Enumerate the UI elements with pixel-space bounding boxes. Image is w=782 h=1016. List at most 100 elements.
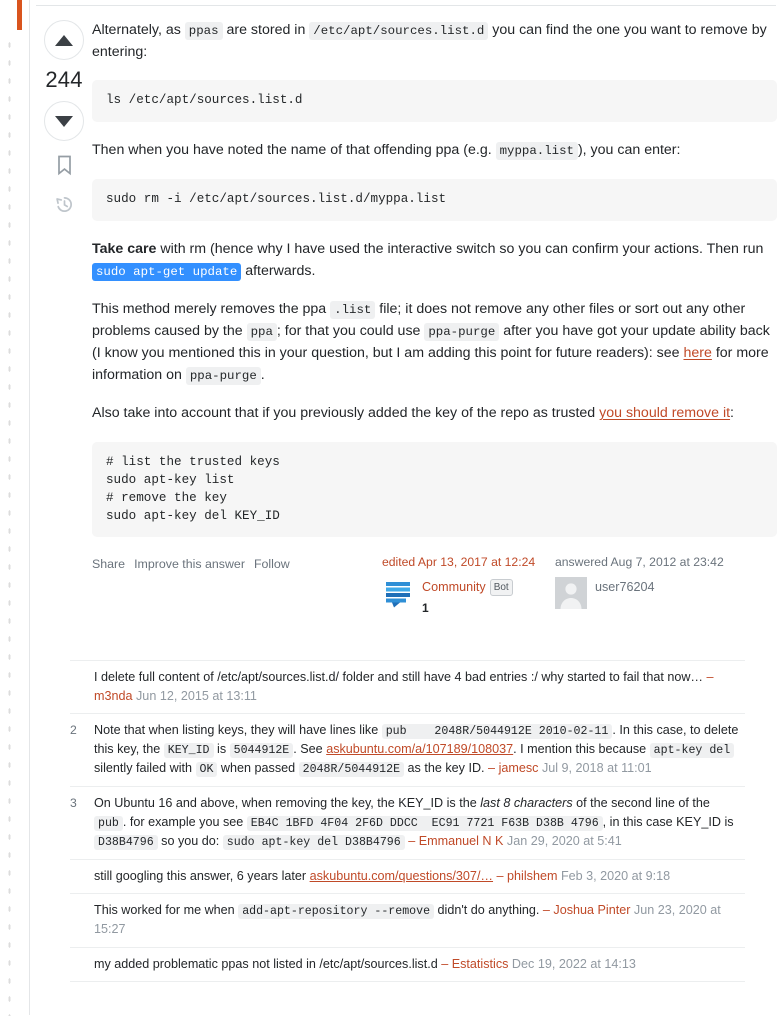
comment-text-fragment: silently failed with [94, 761, 196, 776]
comment-text: my added problematic ppas not listed in … [94, 955, 743, 974]
comment-timestamp[interactable]: Jan 29, 2020 at 5:41 [503, 834, 622, 848]
text-fragment: afterwards. [241, 262, 316, 279]
edited-username[interactable]: Community [422, 580, 486, 594]
comment-inline-code: D38B4796 [94, 834, 158, 850]
edited-timestamp[interactable]: edited Apr 13, 2017 at 12:24 [382, 553, 557, 572]
comment-text-fragment: . See [293, 742, 327, 757]
chevron-up-icon [55, 34, 73, 46]
comment-text: This worked for me when add-apt-reposito… [94, 901, 743, 939]
answered-username[interactable]: user76204 [595, 580, 655, 594]
comment-inline-code: OK [195, 762, 218, 778]
answer-actions: Share Improve this answer Follow [92, 555, 299, 574]
comment-text-fragment: , in this case KEY_ID is [602, 814, 734, 829]
inline-code: .list [330, 301, 376, 320]
text-fragment: Also take into account that if you previ… [92, 405, 600, 422]
comment-dash: – [441, 956, 452, 971]
comment-timestamp[interactable]: Jul 9, 2018 at 11:01 [538, 761, 652, 775]
link-here[interactable]: here [683, 345, 711, 361]
text-fragment: with rm (hence why I have used the inter… [156, 240, 764, 257]
comment-link[interactable]: askubuntu.com/a/107189/108037 [326, 742, 513, 756]
improve-answer-button[interactable]: Improve this answer [134, 557, 245, 571]
comment-inline-code: pub 2048R/5044912E 2010-02-11 [381, 724, 613, 739]
code-block-2: sudo rm -i /etc/apt/sources.list.d/myppa… [92, 179, 777, 221]
comment-score [70, 867, 94, 886]
upvote-button[interactable] [44, 20, 84, 60]
selected-inline-code: sudo apt-get update [92, 262, 242, 281]
comment-timestamp[interactable]: Jun 12, 2015 at 13:11 [133, 689, 257, 703]
comment-inline-code: KEY_ID [163, 743, 214, 759]
inline-code: myppa.list [495, 142, 578, 161]
vote-count: 244 [45, 67, 83, 92]
comment-author[interactable]: Emmanuel N K [419, 834, 504, 848]
comment-score: 3 [70, 796, 77, 811]
inline-code: ppas [184, 22, 223, 40]
text-fragment: Alternately, as [92, 22, 185, 38]
comment-text: On Ubuntu 16 and above, when removing th… [94, 794, 743, 851]
bookmark-icon[interactable] [56, 155, 73, 181]
scroll-position-marker [17, 0, 22, 30]
comment-author[interactable]: philshem [507, 869, 557, 883]
comment-row: 3 On Ubuntu 16 and above, when removing t… [70, 786, 745, 859]
paragraph-4: This method merely removes the ppa .list… [92, 299, 777, 386]
comment-author[interactable]: Estatistics [452, 957, 509, 971]
follow-button[interactable]: Follow [254, 557, 290, 571]
community-bot-avatar[interactable] [382, 577, 414, 609]
chevron-down-icon [55, 115, 73, 127]
answer-action-bar: Share Improve this answer Follow edited Ap… [92, 555, 777, 633]
comment-text-fragment: . for example you see [122, 814, 247, 829]
link-you-should-remove-it[interactable]: you should remove it [599, 405, 730, 421]
share-button[interactable]: Share [92, 557, 125, 571]
comment-dash: – [488, 761, 499, 776]
comment-row: This worked for me when add-apt-reposito… [70, 893, 745, 947]
comment-text-fragment: didn't do anything. [434, 903, 543, 918]
paragraph-5: Also take into account that if you previ… [92, 403, 777, 425]
comment-dash: – [408, 833, 419, 848]
comment-author[interactable]: Joshua Pinter [553, 903, 630, 917]
text-fragment: are stored in [222, 22, 310, 38]
text-fragment: ; for that you could use [276, 323, 425, 340]
comment-text-fragment: I delete full content of /etc/apt/source… [94, 670, 707, 684]
comment-dash: – [706, 670, 714, 684]
comment-text-fragment: still googling this answer, 6 years late… [94, 868, 310, 883]
comment-link[interactable]: askubuntu.com/questions/307/… [310, 869, 493, 883]
comment-timestamp[interactable]: Dec 19, 2022 at 14:13 [508, 957, 636, 971]
text-fragment: This method merely removes the ppa [92, 301, 331, 318]
text-fragment: . [260, 366, 265, 383]
comment-inline-code: 5044912E [229, 743, 294, 759]
code-block-1: ls /etc/apt/sources.list.d [92, 80, 777, 123]
comment-text-fragment: so you do: [157, 833, 223, 848]
vote-cell: 244 [36, 20, 92, 219]
history-icon[interactable] [55, 195, 74, 219]
comment-text-fragment: of the second line of the [572, 796, 710, 811]
answer-body: Alternately, as ppas are stored in /etc/… [92, 20, 777, 633]
inline-code: /etc/apt/sources.list.d [309, 22, 489, 40]
downvote-button[interactable] [44, 101, 84, 141]
comment-text: still googling this answer, 6 years late… [94, 867, 743, 886]
comment-inline-code: pub [94, 815, 123, 831]
answered-user-card: answered Aug 7, 2012 at 23:42 user76204 [555, 553, 730, 610]
inline-code: ppa-purge [424, 323, 500, 342]
comment-timestamp[interactable]: Feb 3, 2020 at 9:18 [557, 869, 670, 883]
comment-text: Note that when listing keys, they will h… [94, 721, 743, 778]
edited-user-card: edited Apr 13, 2017 at 12:24 Community Bo… [382, 553, 557, 617]
comment-score [70, 901, 94, 939]
comment-score [70, 955, 94, 974]
left-gutter [0, 0, 30, 1016]
comment-row: 2 Note that when listing keys, they will … [70, 713, 745, 786]
gutter-divider [29, 0, 30, 1015]
comment-row: I delete full content of /etc/apt/source… [70, 660, 745, 713]
comment-author[interactable]: jamesc [499, 761, 539, 775]
comment-score: 2 [70, 723, 77, 737]
comment-inline-code: apt-key del [649, 743, 735, 759]
comment-author[interactable]: m3nda [94, 689, 133, 703]
default-user-avatar[interactable] [555, 577, 587, 610]
comment-text-fragment: as the key ID. [404, 761, 489, 776]
comment-text-fragment: This worked for me when [94, 903, 239, 918]
comment-text-fragment: On Ubuntu 16 and above, when removing th… [94, 796, 481, 811]
text-fragment: Then when you have noted the name of tha… [92, 142, 496, 159]
comment-text: I delete full content of /etc/apt/source… [94, 668, 743, 705]
paragraph-2: Then when you have noted the name of tha… [92, 140, 777, 162]
inline-code: ppa-purge [185, 366, 261, 385]
answered-timestamp[interactable]: answered Aug 7, 2012 at 23:42 [555, 553, 730, 572]
text-fragment: : [730, 405, 734, 422]
